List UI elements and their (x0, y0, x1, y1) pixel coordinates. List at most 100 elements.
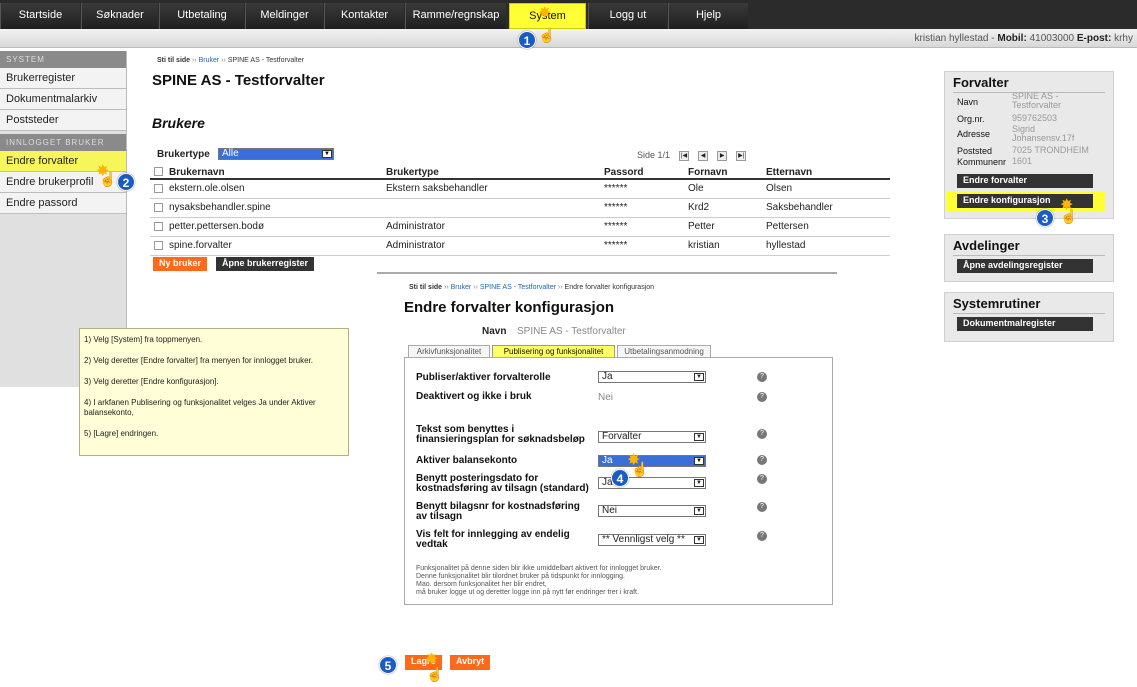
cell-brukernavn[interactable]: ekstern.ole.olsen (169, 183, 245, 194)
help-icon[interactable]: ? (757, 455, 767, 465)
table-row[interactable]: nysaksbehandler.spine ****** Krd2 Saksbe… (150, 198, 890, 218)
config-name-label: Navn (482, 326, 507, 337)
cell-brukernavn[interactable]: petter.pettersen.bodø (169, 221, 264, 232)
edit-forvalter-button[interactable]: Endre forvalter (957, 174, 1093, 188)
tab-logg-ut[interactable]: Logg ut (588, 3, 667, 29)
user-info-bar: kristian hyllestad - Mobil: 41003000 E-p… (0, 29, 1137, 48)
filter-label: Brukertype (157, 149, 210, 160)
tab-hjelp[interactable]: Hjelp (668, 3, 748, 29)
row-checkbox[interactable] (154, 240, 163, 250)
systemrutiner-title: Systemrutiner (953, 296, 1041, 311)
help-icon[interactable]: ? (757, 392, 767, 402)
select-publiser[interactable]: Ja ▼ (598, 371, 706, 383)
tab-ramme-regnskap[interactable]: Ramme/regnskap (405, 3, 506, 29)
open-user-register-button[interactable]: Åpne brukerregister (216, 257, 315, 271)
field-value-poststed: 7025 TRONDHEIM (1012, 145, 1089, 155)
instruction-step-1: 1) Velg [System] fra toppmenyen. (84, 335, 203, 344)
config-footnote-4: må bruker logge ut og deretter logge inn… (416, 589, 639, 596)
field-label-adresse: Adresse (957, 129, 991, 139)
email-label: E-post: (1076, 33, 1112, 44)
breadcrumb-link-bruker[interactable]: Bruker (199, 57, 220, 64)
document-template-register-button[interactable]: Dokumentmalregister (957, 317, 1093, 331)
cell-fornavn: kristian (684, 236, 762, 256)
instruction-step-4: 4) I arkfanen Publisering og funksjonali… (84, 398, 316, 417)
select-vedtak-value: ** Vennligst velg ** (602, 534, 685, 545)
mobile-value: 41003000 (1029, 33, 1075, 44)
cell-etternavn: Pettersen (762, 217, 890, 237)
tab-soknader[interactable]: Søknader (81, 3, 158, 29)
sidebar-item-poststeder[interactable]: Poststeder (0, 110, 126, 131)
sidebar-item-dokumentmalarkiv[interactable]: Dokumentmalarkiv (0, 89, 126, 110)
chevron-down-icon: ▼ (694, 373, 704, 381)
page-title: SPINE AS - Testforvalter (152, 72, 325, 89)
table-row[interactable]: spine.forvalter Administrator ****** kri… (150, 236, 890, 256)
cell-brukernavn[interactable]: spine.forvalter (169, 240, 232, 251)
col-fornavn[interactable]: Fornavn (684, 166, 762, 180)
forvalter-title: Forvalter (953, 75, 1009, 90)
instruction-step-3: 3) Velg deretter [Endre konfigurasjon]. (84, 377, 219, 386)
col-brukertype[interactable]: Brukertype (382, 166, 600, 180)
select-endelig-vedtak[interactable]: ** Vennligst velg ** ▼ (598, 534, 706, 546)
sidebar-item-brukerregister[interactable]: Brukerregister (0, 68, 126, 89)
table-row[interactable]: petter.pettersen.bodø Administrator ****… (150, 217, 890, 237)
select-bilagsnr-value: Nei (602, 505, 618, 516)
config-title: Endre forvalter konfigurasjon (404, 299, 615, 316)
table-header-row: Brukernavn Brukertype Passord Fornavn Et… (150, 166, 890, 180)
instruction-step-5: 5) [Lagre] endringen. (84, 429, 159, 438)
open-department-register-button[interactable]: Åpne avdelingsregister (957, 259, 1093, 273)
chevron-down-icon: ▼ (694, 433, 704, 441)
tab-meldinger[interactable]: Meldinger (245, 3, 323, 29)
help-icon[interactable]: ? (757, 531, 767, 541)
hand-pointer-icon: ☝ (1060, 208, 1078, 224)
new-user-button[interactable]: Ny bruker (153, 257, 208, 271)
row-checkbox[interactable] (154, 221, 163, 231)
field-label-poststed: Poststed (957, 146, 993, 156)
brukertype-select[interactable]: Alle ▼ (218, 148, 334, 160)
cell-etternavn: Olsen (762, 179, 890, 199)
config-breadcrumb-forvalter[interactable]: SPINE AS - Testforvalter (480, 284, 556, 291)
select-balansekonto-value: Ja (602, 455, 613, 466)
cell-passord: ****** (600, 217, 684, 237)
breadcrumb: Sti til side ›› Bruker ›› SPINE AS - Tes… (157, 57, 304, 64)
select-bilagsnr[interactable]: Nei ▼ (598, 505, 706, 517)
cell-brukertype: Administrator (382, 217, 600, 237)
col-passord[interactable]: Passord (600, 166, 684, 180)
config-breadcrumb-current: Endre forvalter konfigurasjon (564, 284, 655, 291)
breadcrumb-start: Sti til side (157, 57, 191, 64)
chevron-down-icon: ▼ (694, 507, 704, 515)
tab-utbetaling[interactable]: Utbetaling (159, 3, 244, 29)
instruction-note: 1) Velg [System] fra toppmenyen. 2) Velg… (79, 328, 349, 456)
pager-next-icon[interactable]: ▶ (717, 151, 728, 161)
help-icon[interactable]: ? (757, 372, 767, 382)
help-icon[interactable]: ? (757, 502, 767, 512)
top-navigation: Startside Søknader Utbetaling Meldinger … (0, 0, 1137, 29)
click-burst-icon: ✸ (538, 5, 552, 22)
row-checkbox[interactable] (154, 202, 163, 212)
select-aktiver-balansekonto[interactable]: Ja ▼ (598, 455, 706, 467)
table-row[interactable]: ekstern.ole.olsen Ekstern saksbehandler … (150, 179, 890, 199)
cell-brukernavn[interactable]: nysaksbehandler.spine (169, 202, 271, 213)
col-brukernavn[interactable]: Brukernavn (150, 166, 382, 180)
avdelinger-title: Avdelinger (953, 238, 1020, 253)
select-all-checkbox[interactable] (154, 167, 163, 177)
help-icon[interactable]: ? (757, 474, 767, 484)
sidebar-item-endre-passord[interactable]: Endre passord (0, 193, 126, 214)
cancel-button[interactable]: Avbryt (450, 655, 491, 670)
config-footnote-1: Funksjonalitet på denne siden blir ikke … (416, 565, 662, 572)
help-icon[interactable]: ? (757, 429, 767, 439)
row-checkbox[interactable] (154, 184, 163, 194)
label-aktiver-balansekonto: Aktiver balansekonto (416, 455, 518, 466)
config-breadcrumb-bruker[interactable]: Bruker (451, 284, 472, 291)
pager-last-icon[interactable]: ▶| (736, 151, 747, 161)
cell-brukertype (382, 198, 600, 218)
breadcrumb-current: SPINE AS - Testforvalter (227, 57, 304, 64)
col-etternavn[interactable]: Etternavn (762, 166, 890, 180)
tab-kontakter[interactable]: Kontakter (324, 3, 404, 29)
tab-startside[interactable]: Startside (0, 3, 80, 29)
select-tekst-finansieringsplan[interactable]: Forvalter ▼ (598, 431, 706, 443)
config-breadcrumb: Sti til side ›› Bruker ›› SPINE AS - Tes… (409, 284, 655, 291)
pager-first-icon[interactable]: |◀ (679, 151, 689, 161)
cell-etternavn: hyllestad (762, 236, 890, 256)
cell-passord: ****** (600, 236, 684, 256)
pager-prev-icon[interactable]: ◀ (698, 151, 709, 161)
